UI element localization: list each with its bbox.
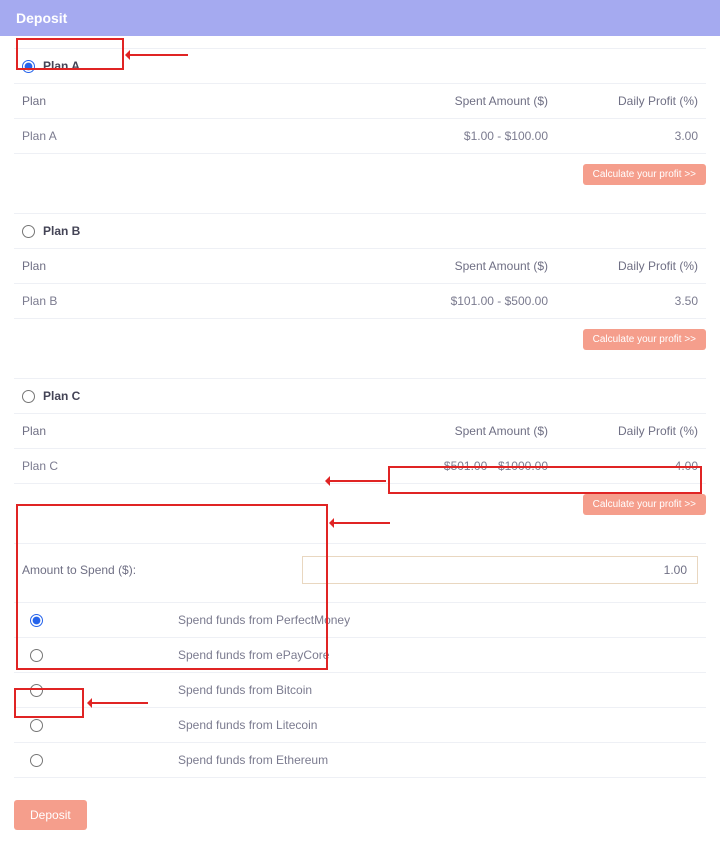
fund-list: Spend funds from PerfectMoney Spend fund… — [14, 602, 706, 778]
amount-label: Amount to Spend ($): — [22, 563, 282, 577]
fund-label-bitcoin: Spend funds from Bitcoin — [178, 683, 312, 697]
fund-radio-epaycore[interactable] — [30, 649, 43, 662]
plan-a-radio-row[interactable]: Plan A — [14, 48, 706, 84]
content: Plan A Plan Spent Amount ($) Daily Profi… — [0, 36, 720, 850]
fund-radio-litecoin[interactable] — [30, 719, 43, 732]
fund-row-perfectmoney[interactable]: Spend funds from PerfectMoney — [14, 602, 706, 638]
plan-a-cell-range: $1.00 - $100.00 — [378, 129, 548, 143]
fund-row-bitcoin[interactable]: Spend funds from Bitcoin — [14, 673, 706, 708]
calc-button-b[interactable]: Calculate your profit >> — [583, 329, 706, 350]
col-spent: Spent Amount ($) — [378, 94, 548, 108]
amount-input[interactable] — [302, 556, 698, 584]
plan-c-radio-row[interactable]: Plan C — [14, 378, 706, 414]
calc-button-c[interactable]: Calculate your profit >> — [583, 494, 706, 515]
plan-a-cell-profit: 3.00 — [548, 129, 698, 143]
plan-a-cell-name: Plan A — [22, 129, 378, 143]
plan-b-header-row: Plan Spent Amount ($) Daily Profit (%) — [14, 249, 706, 284]
plan-block-b: Plan B Plan Spent Amount ($) Daily Profi… — [14, 213, 706, 350]
deposit-button[interactable]: Deposit — [14, 800, 87, 830]
fund-row-epaycore[interactable]: Spend funds from ePayCore — [14, 638, 706, 673]
fund-label-perfectmoney: Spend funds from PerfectMoney — [178, 613, 350, 627]
plan-b-radio-row[interactable]: Plan B — [14, 213, 706, 249]
plan-block-a: Plan A Plan Spent Amount ($) Daily Profi… — [14, 48, 706, 185]
fund-label-epaycore: Spend funds from ePayCore — [178, 648, 329, 662]
plan-c-name: Plan C — [43, 389, 80, 403]
plan-b-data-row: Plan B $101.00 - $500.00 3.50 — [14, 284, 706, 319]
plan-c-header-row: Plan Spent Amount ($) Daily Profit (%) — [14, 414, 706, 449]
fund-label-ethereum: Spend funds from Ethereum — [178, 753, 328, 767]
plan-c-radio[interactable] — [22, 390, 35, 403]
amount-row: Amount to Spend ($): — [14, 543, 706, 596]
fund-radio-bitcoin[interactable] — [30, 684, 43, 697]
fund-label-litecoin: Spend funds from Litecoin — [178, 718, 317, 732]
plan-c-data-row: Plan C $501.00 - $1000.00 4.00 — [14, 449, 706, 484]
plan-a-radio[interactable] — [22, 60, 35, 73]
plan-a-header-row: Plan Spent Amount ($) Daily Profit (%) — [14, 84, 706, 119]
plan-b-radio[interactable] — [22, 225, 35, 238]
fund-radio-perfectmoney[interactable] — [30, 614, 43, 627]
page-title: Deposit — [16, 10, 67, 26]
calc-button-a[interactable]: Calculate your profit >> — [583, 164, 706, 185]
col-profit: Daily Profit (%) — [548, 94, 698, 108]
fund-radio-ethereum[interactable] — [30, 754, 43, 767]
plan-block-c: Plan C Plan Spent Amount ($) Daily Profi… — [14, 378, 706, 515]
col-plan: Plan — [22, 94, 378, 108]
plan-b-name: Plan B — [43, 224, 80, 238]
fund-row-litecoin[interactable]: Spend funds from Litecoin — [14, 708, 706, 743]
plan-a-calc-wrap: Calculate your profit >> — [14, 154, 706, 185]
plan-a-name: Plan A — [43, 59, 80, 73]
page-header: Deposit — [0, 0, 720, 36]
fund-row-ethereum[interactable]: Spend funds from Ethereum — [14, 743, 706, 778]
plan-a-data-row: Plan A $1.00 - $100.00 3.00 — [14, 119, 706, 154]
